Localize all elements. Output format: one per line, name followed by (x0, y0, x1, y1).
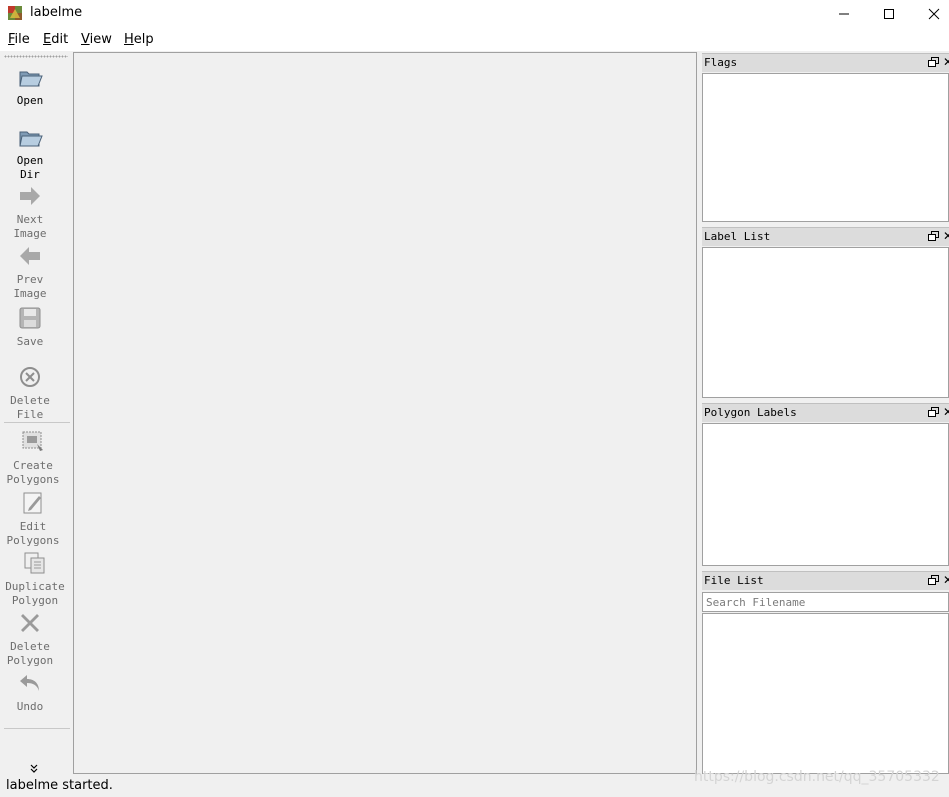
status-message: labelme started. (6, 778, 113, 793)
dock-title-bar[interactable]: Flags ✕ (702, 53, 949, 72)
create-polygon-icon (22, 431, 43, 451)
close-icon[interactable]: ✕ (943, 405, 949, 419)
save-label: Save (16, 335, 44, 348)
menu-file[interactable]: File (8, 32, 30, 47)
dock-title-bar[interactable]: Polygon Labels ✕ (702, 403, 949, 422)
label-list[interactable] (702, 247, 949, 398)
prev-image-button[interactable]: Prev Image (0, 243, 60, 301)
open-dir-button[interactable]: Open Dir (0, 124, 60, 182)
polygon-labels-list[interactable] (702, 423, 949, 566)
create-polygons-label: Create Polygons (6, 459, 60, 486)
open-dir-label: Open Dir (16, 154, 44, 181)
menu-view[interactable]: View (81, 32, 112, 47)
edit-pencil-icon (23, 492, 42, 514)
folder-open-icon (19, 71, 43, 87)
flags-list[interactable] (702, 73, 949, 222)
file-list[interactable] (702, 613, 949, 774)
labelme-app-icon (8, 6, 22, 20)
dock-title: Polygon Labels (704, 406, 797, 419)
save-button[interactable]: Save (0, 305, 60, 349)
minimize-button[interactable] (821, 0, 867, 28)
window-title: labelme (30, 5, 83, 20)
close-button[interactable] (911, 0, 949, 28)
menu-edit[interactable]: Edit (43, 32, 68, 47)
float-window-icon[interactable] (928, 231, 939, 242)
flags-dock: Flags ✕ (702, 53, 949, 223)
next-image-label: Next Image (13, 213, 47, 240)
prev-image-label: Prev Image (13, 273, 47, 300)
undo-icon (20, 675, 39, 691)
duplicate-polygon-label: Duplicate Polygon (5, 580, 65, 607)
tools-toolbar: Open Open Dir Next Image Prev Image Save… (0, 52, 72, 775)
folder-open-icon (19, 131, 43, 147)
minimize-icon (839, 13, 849, 15)
delete-polygon-label: Delete Polygon (6, 640, 54, 667)
close-icon (928, 8, 940, 20)
toolbar-separator (4, 728, 70, 729)
delete-x-icon (21, 614, 39, 632)
image-canvas[interactable] (73, 52, 697, 774)
float-window-icon[interactable] (928, 57, 939, 68)
toolbar-separator (4, 422, 70, 423)
search-filename-input[interactable] (702, 592, 949, 612)
close-icon[interactable]: ✕ (943, 573, 949, 587)
arrow-right-icon (20, 187, 40, 205)
copy-icon (24, 552, 45, 574)
arrow-left-icon (20, 247, 40, 265)
dock-title-bar[interactable]: File List ✕ (702, 571, 949, 590)
maximize-icon (884, 9, 894, 19)
create-polygons-button[interactable]: Create Polygons (0, 429, 66, 487)
float-window-icon[interactable] (928, 407, 939, 418)
toolbar-grip[interactable] (4, 55, 68, 58)
watermark-text: https://blog.csdn.net/qq_35705332 (694, 769, 940, 785)
dock-title: Label List (704, 230, 771, 243)
next-image-button[interactable]: Next Image (0, 183, 60, 241)
delete-file-button[interactable]: Delete File (0, 364, 60, 422)
delete-polygon-button[interactable]: Delete Polygon (0, 610, 60, 668)
maximize-button[interactable] (866, 0, 912, 28)
undo-label: Undo (16, 700, 44, 713)
edit-polygons-button[interactable]: Edit Polygons (0, 490, 66, 548)
close-icon[interactable]: ✕ (943, 55, 949, 69)
close-icon[interactable]: ✕ (943, 229, 949, 243)
polygon-labels-dock: Polygon Labels ✕ (702, 403, 949, 567)
open-button[interactable]: Open (0, 64, 60, 108)
title-bar[interactable]: labelme (0, 0, 949, 28)
floppy-disk-icon (19, 307, 41, 329)
edit-polygons-label: Edit Polygons (6, 520, 60, 547)
delete-circle-icon (20, 367, 40, 387)
delete-file-label: Delete File (10, 394, 50, 421)
menu-bar: File Edit View Help (0, 28, 949, 51)
file-list-dock: File List ✕ (702, 571, 949, 774)
dock-title: Flags (704, 56, 738, 69)
dock-title-bar[interactable]: Label List ✕ (702, 227, 949, 246)
undo-button[interactable]: Undo (0, 670, 60, 714)
open-label: Open (16, 94, 44, 107)
dock-title: File List (704, 574, 764, 587)
menu-help[interactable]: Help (124, 32, 154, 47)
float-window-icon[interactable] (928, 575, 939, 586)
chevron-double-down-icon (30, 764, 38, 773)
labelme-window: labelme File Edit View Help Open Open Di… (0, 0, 949, 797)
duplicate-polygon-button[interactable]: Duplicate Polygon (0, 550, 70, 608)
label-list-dock: Label List ✕ (702, 227, 949, 399)
